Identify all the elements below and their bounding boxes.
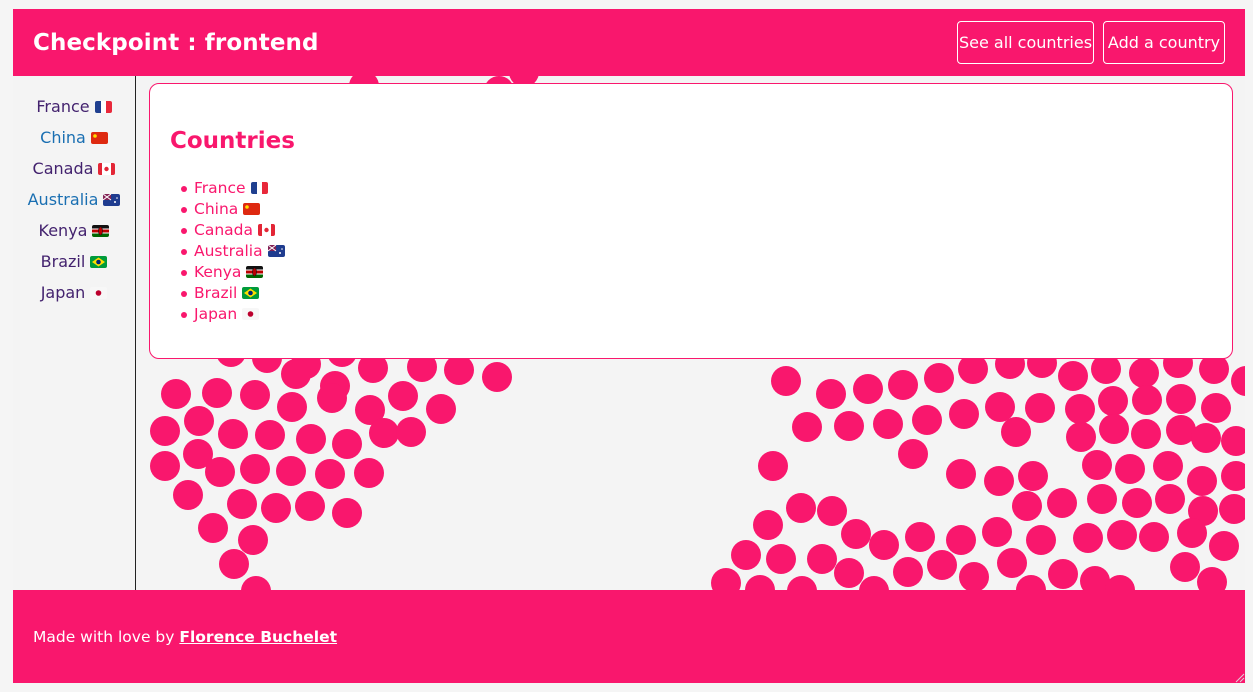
app-window: Checkpoint : frontend See all countries …: [13, 9, 1245, 683]
flag-japan-icon: [242, 308, 260, 320]
list-item[interactable]: France: [181, 178, 285, 199]
country-link-brazil[interactable]: Brazil: [194, 284, 237, 302]
footer-prefix: Made with love by: [33, 628, 175, 646]
list-item[interactable]: Australia: [181, 241, 285, 262]
flag-brazil-icon: [90, 256, 108, 268]
sidebar-item-canada[interactable]: Canada: [13, 159, 135, 178]
flag-japan-icon: [90, 287, 108, 299]
flag-canada-icon: [98, 163, 116, 175]
countries-list: France China Canada Australia Kenya Braz…: [181, 178, 285, 325]
author-link[interactable]: Florence Buchelet: [179, 628, 337, 646]
list-item[interactable]: China: [181, 199, 285, 220]
sidebar-item-label[interactable]: Australia: [28, 190, 99, 209]
footer-credit: Made with love by Florence Buchelet: [33, 628, 337, 646]
flag-australia-icon: [103, 194, 121, 206]
country-link-japan[interactable]: Japan: [194, 305, 237, 323]
country-link-china[interactable]: China: [194, 200, 238, 218]
country-link-france[interactable]: France: [194, 179, 246, 197]
flag-kenya-icon: [92, 225, 110, 237]
sidebar: France China Canada Australia Kenya Braz…: [13, 76, 136, 590]
sidebar-item-label[interactable]: Kenya: [39, 221, 88, 240]
top-navbar: Checkpoint : frontend See all countries …: [13, 9, 1245, 76]
sidebar-item-label[interactable]: China: [40, 128, 86, 147]
list-item[interactable]: Japan: [181, 304, 285, 325]
list-item[interactable]: Brazil: [181, 283, 285, 304]
sidebar-item-kenya[interactable]: Kenya: [13, 221, 135, 240]
sidebar-item-label[interactable]: Canada: [33, 159, 94, 178]
sidebar-item-label[interactable]: Brazil: [41, 252, 86, 271]
sidebar-item-france[interactable]: France: [13, 97, 135, 116]
flag-france-icon: [94, 101, 112, 113]
sidebar-item-brazil[interactable]: Brazil: [13, 252, 135, 271]
country-link-australia[interactable]: Australia: [194, 242, 263, 260]
sidebar-item-china[interactable]: China: [13, 128, 135, 147]
country-link-kenya[interactable]: Kenya: [194, 263, 241, 281]
sidebar-item-label[interactable]: Japan: [41, 283, 86, 302]
flag-brazil-icon: [242, 287, 260, 299]
flag-china-icon: [243, 203, 261, 215]
countries-card: Countries France China Canada Australia …: [149, 83, 1233, 359]
footer: Made with love by Florence Buchelet: [13, 590, 1245, 683]
sidebar-item-japan[interactable]: Japan: [13, 283, 135, 302]
app-title[interactable]: Checkpoint : frontend: [33, 30, 319, 56]
flag-france-icon: [250, 182, 268, 194]
sidebar-item-label[interactable]: France: [36, 97, 89, 116]
see-all-countries-button[interactable]: See all countries: [957, 21, 1094, 64]
sidebar-item-australia[interactable]: Australia: [13, 190, 135, 209]
page-title: Countries: [170, 128, 295, 154]
add-country-button[interactable]: Add a country: [1103, 21, 1225, 64]
country-link-canada[interactable]: Canada: [194, 221, 253, 239]
flag-kenya-icon: [246, 266, 264, 278]
list-item[interactable]: Canada: [181, 220, 285, 241]
flag-canada-icon: [257, 224, 275, 236]
flag-australia-icon: [267, 245, 285, 257]
list-item[interactable]: Kenya: [181, 262, 285, 283]
resize-grip-icon[interactable]: [1233, 671, 1245, 683]
flag-china-icon: [90, 132, 108, 144]
